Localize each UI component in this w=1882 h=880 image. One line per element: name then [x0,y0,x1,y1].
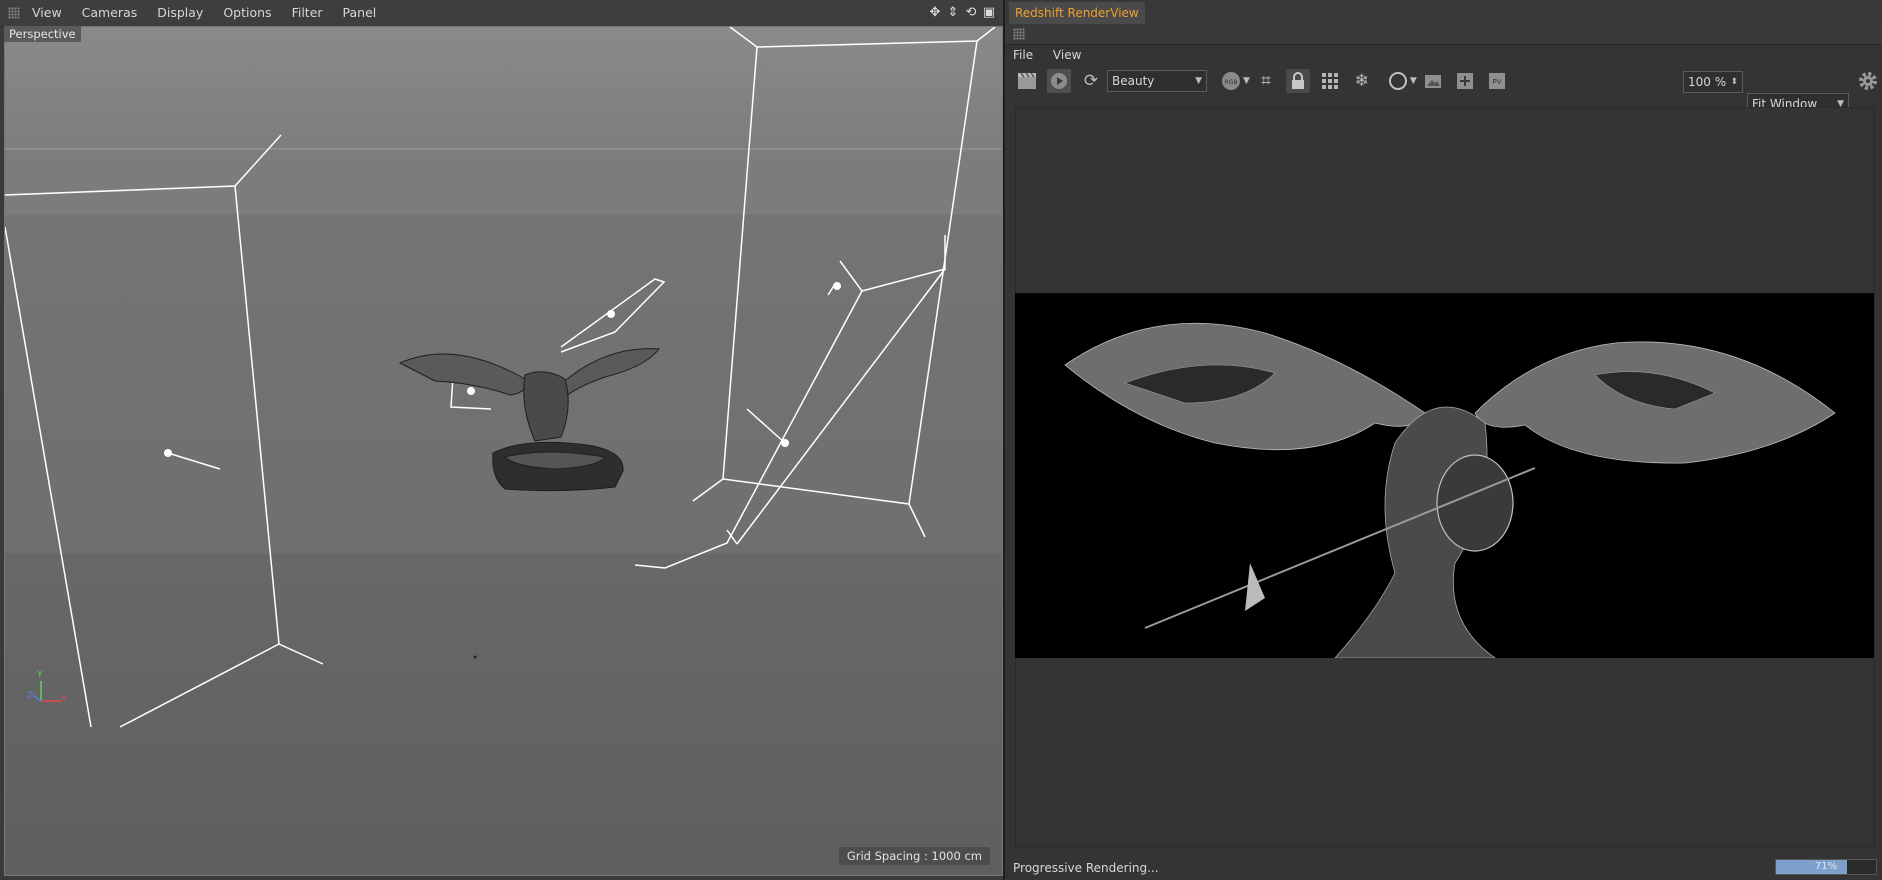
renderview-toolbar: ⟳ Beauty ▼ RGB ▼ ⌗ ❄ ▼ PV [1005,66,1882,96]
freeze-icon[interactable]: ❄ [1350,69,1374,93]
circle-icon[interactable] [1386,69,1410,93]
play-icon[interactable] [1047,69,1071,93]
refresh-icon[interactable]: ⟳ [1079,69,1103,93]
aov-select[interactable]: Beauty ▼ [1107,70,1207,92]
renderview-panel: Redshift RenderView File View ⟳ Beauty ▼… [1005,0,1882,880]
axis-x-label: X [61,694,68,704]
menu-panel[interactable]: Panel [333,0,387,26]
renderview-grip-strip [1005,24,1882,45]
circle-menu-arrow-icon[interactable]: ▼ [1410,76,1417,86]
dolly-view-icon[interactable]: ⇕ [945,5,961,21]
statue-model [398,348,660,492]
axis-y-label: Y [37,670,43,680]
move-view-icon[interactable]: ✥ [927,5,943,21]
lock-icon[interactable] [1285,69,1310,93]
panel-grip-icon[interactable] [1013,28,1025,40]
view-name-label[interactable]: Perspective [4,26,81,42]
status-text: Progressive Rendering... [1013,861,1159,875]
stepper-icon[interactable]: ⬍ [1730,72,1738,92]
grid-spacing-label: Grid Spacing : 1000 cm [838,847,990,865]
axis-z-label: Z [27,691,34,701]
zoom-input[interactable]: 100 % ⬍ [1683,71,1743,93]
zoom-value: 100 % [1688,75,1727,89]
viewport-menubar: View Cameras Display Options Filter Pane… [0,0,1003,27]
menu-cameras[interactable]: Cameras [72,0,148,26]
viewport-panel: View Cameras Display Options Filter Pane… [0,0,1003,880]
crop-icon[interactable]: ⌗ [1254,69,1278,93]
rotate-view-icon[interactable]: ⟲ [963,5,979,21]
rgb-icon[interactable]: RGB [1219,69,1243,93]
viewport-menu: View Cameras Display Options Filter Pane… [22,0,386,26]
pv-icon[interactable]: PV [1485,69,1509,93]
viewport-scene [5,27,1002,728]
rendered-image [1015,293,1874,658]
chevron-down-icon: ▼ [1195,76,1202,86]
snapshot-icon[interactable] [1015,69,1039,93]
svg-text:PV: PV [1492,78,1501,86]
renderview-menubar: File View [1005,44,1882,66]
perspective-viewport[interactable]: Y Z X Grid Spacing : 1000 cm [4,26,1003,876]
svg-text:RGB: RGB [1225,79,1238,86]
panel-grip-icon[interactable] [8,7,20,19]
menu-options[interactable]: Options [213,0,281,26]
rgb-menu-arrow-icon[interactable]: ▼ [1243,76,1250,86]
viewport-nav-tools: ✥ ⇕ ⟲ ▣ [927,5,997,21]
render-preview [1064,322,1836,658]
menu-display[interactable]: Display [147,0,213,26]
menu-view[interactable]: View [22,0,72,26]
menu-view[interactable]: View [1045,48,1089,62]
gear-icon[interactable] [1857,70,1879,92]
renderview-tab[interactable]: Redshift RenderView [1009,2,1145,24]
maximize-view-icon[interactable]: ▣ [981,5,997,21]
add-icon[interactable] [1453,69,1477,93]
image-icon[interactable] [1421,69,1445,93]
renderview-statusbar: Progressive Rendering... [1005,855,1882,880]
render-progress-bar: 71% [1775,859,1877,875]
aov-select-value: Beauty [1112,74,1155,88]
grid-icon[interactable] [1318,69,1342,93]
menu-file[interactable]: File [1005,48,1041,62]
menu-filter[interactable]: Filter [282,0,333,26]
render-progress-text: 71% [1814,861,1838,872]
